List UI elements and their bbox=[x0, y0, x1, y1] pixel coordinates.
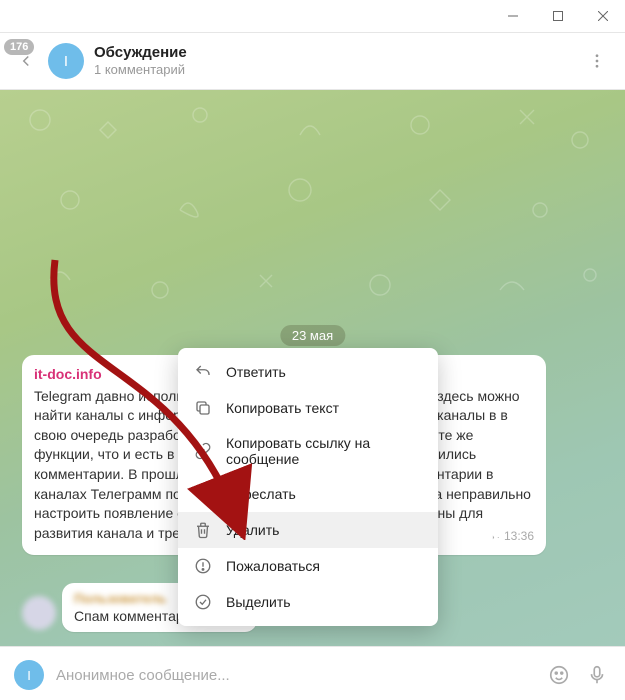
chat-avatar[interactable]: I bbox=[48, 43, 84, 79]
menu-item-label: Выделить bbox=[226, 594, 291, 610]
link-icon bbox=[194, 442, 212, 460]
chat-area: 23 мая it-doc.info Telegram давно исполь… bbox=[0, 90, 625, 646]
back-button[interactable]: 176 bbox=[10, 45, 42, 77]
window-titlebar bbox=[0, 0, 625, 33]
sender-avatar[interactable] bbox=[22, 596, 56, 630]
context-menu: Ответить Копировать текст Копировать ссы… bbox=[178, 348, 438, 626]
chat-subtitle: 1 комментарий bbox=[94, 62, 187, 78]
alert-icon bbox=[194, 557, 212, 575]
forward-icon bbox=[194, 485, 212, 503]
input-avatar[interactable]: I bbox=[14, 660, 44, 690]
chat-title: Обсуждение bbox=[94, 44, 187, 62]
reply-icon bbox=[194, 363, 212, 381]
menu-item-copy-link[interactable]: Копировать ссылку на сообщение bbox=[178, 426, 438, 476]
copy-icon bbox=[194, 399, 212, 417]
trash-icon bbox=[194, 521, 212, 539]
menu-item-label: Копировать текст bbox=[226, 400, 339, 416]
minimize-button[interactable] bbox=[490, 0, 535, 32]
select-icon bbox=[194, 593, 212, 611]
menu-item-label: Копировать ссылку на сообщение bbox=[226, 435, 422, 467]
menu-item-label: Удалить bbox=[226, 522, 279, 538]
close-window-button[interactable] bbox=[580, 0, 625, 32]
chat-title-block[interactable]: Обсуждение 1 комментарий bbox=[94, 44, 187, 78]
menu-item-forward[interactable]: Переслать bbox=[178, 476, 438, 512]
message-time: 13:36 bbox=[489, 528, 534, 545]
more-menu-button[interactable] bbox=[579, 43, 615, 79]
menu-item-report[interactable]: Пожаловаться bbox=[178, 548, 438, 584]
pin-icon bbox=[489, 531, 500, 542]
maximize-button[interactable] bbox=[535, 0, 580, 32]
unread-badge: 176 bbox=[4, 39, 34, 55]
menu-item-label: Ответить bbox=[226, 364, 286, 380]
menu-item-label: Пожаловаться bbox=[226, 558, 320, 574]
chat-header: 176 I Обсуждение 1 комментарий bbox=[0, 33, 625, 90]
message-input-bar: I bbox=[0, 646, 625, 700]
voice-button[interactable] bbox=[583, 661, 611, 689]
menu-item-copy-text[interactable]: Копировать текст bbox=[178, 390, 438, 426]
emoji-button[interactable] bbox=[545, 661, 573, 689]
menu-item-reply[interactable]: Ответить bbox=[178, 354, 438, 390]
menu-item-select[interactable]: Выделить bbox=[178, 584, 438, 620]
message-input[interactable] bbox=[54, 659, 535, 691]
menu-item-label: Переслать bbox=[226, 486, 296, 502]
menu-item-delete[interactable]: Удалить bbox=[178, 512, 438, 548]
date-separator: 23 мая bbox=[280, 325, 345, 346]
